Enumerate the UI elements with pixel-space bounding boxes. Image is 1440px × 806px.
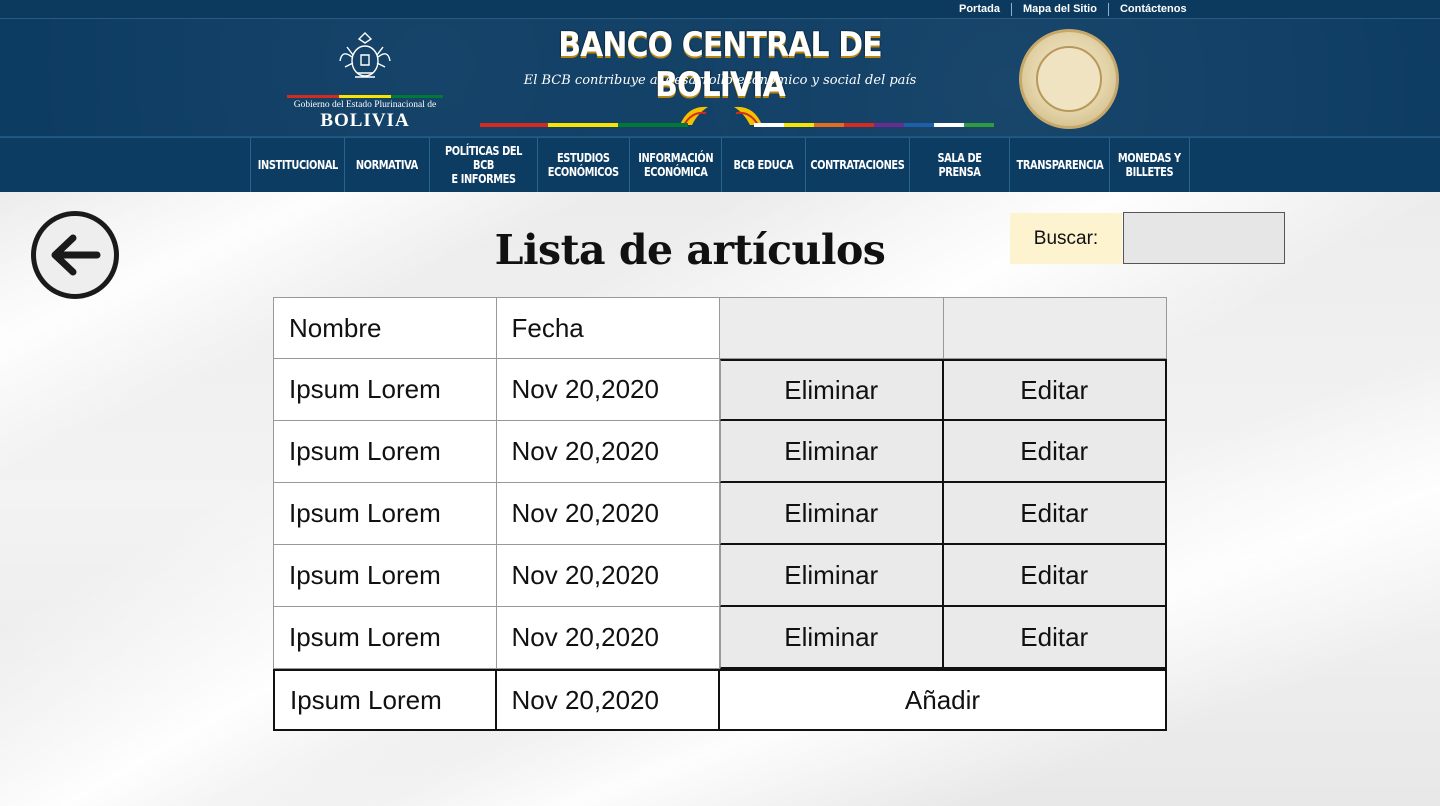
column-header-fecha: Fecha — [496, 297, 720, 359]
article-date: Nov 20,2020 — [496, 607, 720, 669]
top-links: Portada Mapa del Sitio Contáctenos — [948, 3, 1198, 16]
bank-motto: El BCB contribuye al desarrollo económic… — [523, 73, 917, 88]
page-title: Lista de artículos — [494, 226, 886, 274]
table-row: Ipsum Lorem Nov 20,2020 Eliminar Editar — [273, 421, 1167, 483]
search-label: Buscar: — [1010, 213, 1122, 264]
table-row: Ipsum Lorem Nov 20,2020 Eliminar Editar — [273, 545, 1167, 607]
edit-button[interactable]: Editar — [943, 545, 1167, 607]
gov-logo-country: BOLIVIA — [320, 110, 410, 131]
nav-item-sala-de-prensa[interactable]: SALA DE PRENSA — [910, 138, 1010, 192]
gov-logo[interactable]: Gobierno del Estado Plurinacional de BOL… — [285, 27, 445, 131]
search-input[interactable] — [1123, 212, 1285, 264]
column-header-empty — [943, 297, 1167, 359]
article-date: Nov 20,2020 — [496, 359, 720, 421]
back-button[interactable] — [31, 211, 119, 299]
coat-of-arms-icon — [339, 32, 391, 78]
nav-item-contrataciones[interactable]: CONTRATACIONES — [806, 138, 910, 192]
edit-button[interactable]: Editar — [943, 421, 1167, 483]
main-nav: INSTITUCIONAL NORMATIVA POLÍTICAS DEL BC… — [0, 137, 1440, 192]
article-date: Nov 20,2020 — [496, 421, 720, 483]
article-name: Ipsum Lorem — [273, 607, 497, 669]
top-link-portada[interactable]: Portada — [948, 3, 1012, 16]
delete-button[interactable]: Eliminar — [720, 421, 944, 483]
delete-button[interactable]: Eliminar — [720, 545, 944, 607]
site-header: Gobierno del Estado Plurinacional de BOL… — [0, 19, 1440, 137]
articles-table: Nombre Fecha Ipsum Lorem Nov 20,2020 Eli… — [273, 297, 1167, 731]
article-name: Ipsum Lorem — [273, 359, 497, 421]
delete-button[interactable]: Eliminar — [720, 483, 944, 545]
add-button[interactable]: Añadir — [720, 669, 1167, 731]
edit-button[interactable]: Editar — [943, 483, 1167, 545]
table-row: Ipsum Lorem Nov 20,2020 Eliminar Editar — [273, 359, 1167, 421]
nav-item-informacion[interactable]: INFORMACIÓN ECONÓMICA — [630, 138, 722, 192]
delete-button[interactable]: Eliminar — [720, 359, 944, 421]
nav-item-institucional[interactable]: INSTITUCIONAL — [250, 138, 345, 192]
top-utility-bar: Portada Mapa del Sitio Contáctenos — [0, 0, 1440, 19]
edit-button[interactable]: Editar — [943, 607, 1167, 669]
column-header-empty — [720, 297, 944, 359]
table-add-row: Ipsum Lorem Nov 20,2020 Añadir — [273, 669, 1167, 731]
arrow-left-circle-icon — [51, 234, 101, 276]
new-article-name[interactable]: Ipsum Lorem — [273, 669, 497, 731]
nav-item-transparencia[interactable]: TRANSPARENCIA — [1010, 138, 1110, 192]
article-name: Ipsum Lorem — [273, 545, 497, 607]
top-link-contactenos[interactable]: Contáctenos — [1109, 3, 1198, 16]
flag-line-right — [754, 123, 994, 127]
nav-item-monedas[interactable]: MONEDAS Y BILLETES — [1110, 138, 1190, 192]
nav-item-bcb-educa[interactable]: BCB EDUCA — [722, 138, 806, 192]
delete-button[interactable]: Eliminar — [720, 607, 944, 669]
bcb-seal-icon — [1019, 29, 1119, 129]
article-name: Ipsum Lorem — [273, 483, 497, 545]
nav-item-normativa[interactable]: NORMATIVA — [345, 138, 430, 192]
article-date: Nov 20,2020 — [496, 545, 720, 607]
table-row: Ipsum Lorem Nov 20,2020 Eliminar Editar — [273, 607, 1167, 669]
bank-title[interactable]: BANCO CENTRAL DE BOLIVIA — [509, 25, 931, 105]
nav-item-estudios[interactable]: ESTUDIOS ECONÓMICOS — [538, 138, 630, 192]
top-link-mapa-del-sitio[interactable]: Mapa del Sitio — [1012, 3, 1109, 16]
article-name: Ipsum Lorem — [273, 421, 497, 483]
new-article-date[interactable]: Nov 20,2020 — [496, 669, 720, 731]
column-header-nombre: Nombre — [273, 297, 497, 359]
table-row: Ipsum Lorem Nov 20,2020 Eliminar Editar — [273, 483, 1167, 545]
edit-button[interactable]: Editar — [943, 359, 1167, 421]
nav-item-politicas[interactable]: POLÍTICAS DEL BCB E INFORMES — [430, 138, 538, 192]
gov-flag-stripe — [287, 95, 443, 98]
table-header-row: Nombre Fecha — [273, 297, 1167, 359]
article-date: Nov 20,2020 — [496, 483, 720, 545]
flag-line-left — [480, 123, 688, 127]
